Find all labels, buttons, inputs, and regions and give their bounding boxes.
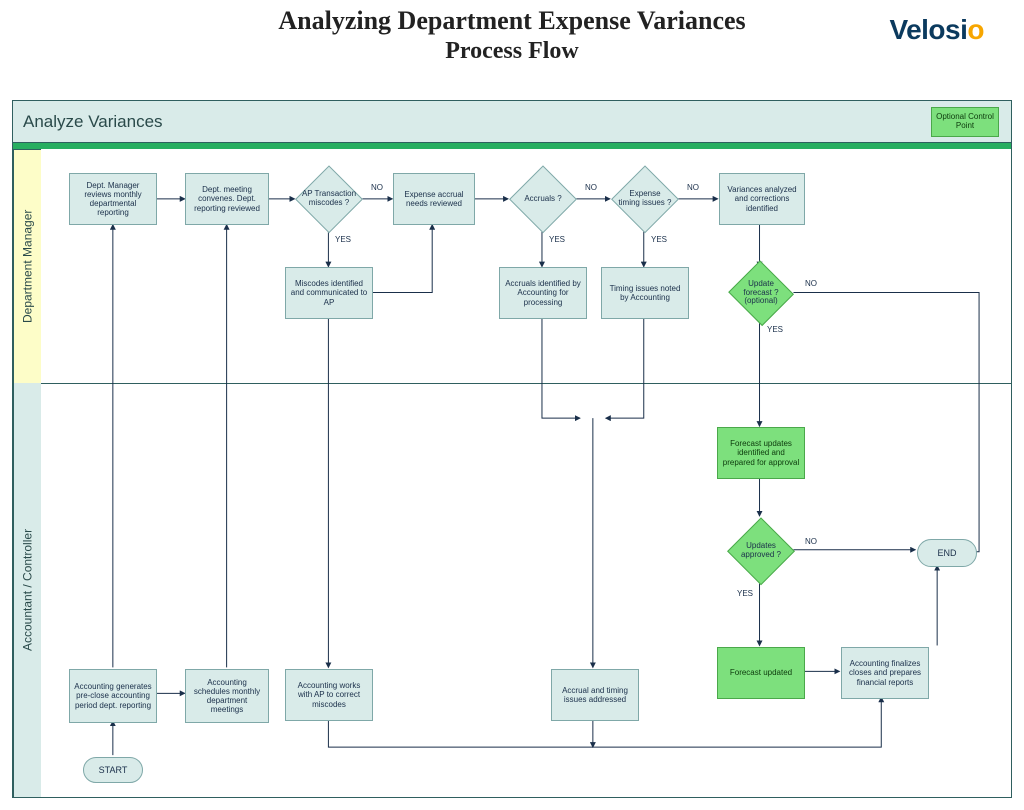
decision-ap-miscodes: AP Transaction miscodes ?: [295, 165, 363, 233]
logo-text-primary: Velosi: [889, 14, 967, 45]
box-miscodes-identified: Miscodes identified and communicated to …: [285, 267, 373, 319]
diagram-title-bar: Analyze Variances Optional Control Point: [13, 101, 1011, 143]
box-timing-noted: Timing issues noted by Accounting: [601, 267, 689, 319]
box-finalize-reports: Accounting finalizes closes and prepares…: [841, 647, 929, 699]
edge-label-no: NO: [371, 183, 383, 192]
box-dept-meeting: Dept. meeting convenes. Dept. reporting …: [185, 173, 269, 225]
decision-timing: Expense timing issues ?: [611, 165, 679, 233]
lanes: Department Manager Accountant / Controll…: [13, 149, 1011, 797]
optional-control-point-legend: Optional Control Point: [931, 107, 999, 137]
diagram-title: Analyze Variances: [23, 112, 163, 131]
terminator-end: END: [917, 539, 977, 567]
page-title: Analyzing Department Expense Variances P…: [0, 6, 1024, 65]
box-preclose-reporting: Accounting generates pre-close accountin…: [69, 669, 157, 723]
lane-canvas: Dept. Manager reviews monthly department…: [41, 149, 1011, 797]
page: Analyzing Department Expense Variances P…: [0, 0, 1024, 810]
swimlane-diagram: Analyze Variances Optional Control Point…: [12, 100, 1012, 798]
edge-label-no: NO: [805, 537, 817, 546]
decision-updates-approved: Updates approved ?: [727, 517, 795, 585]
edge-label-yes: YES: [549, 235, 565, 244]
box-schedule-meetings: Accounting schedules monthly department …: [185, 669, 269, 723]
box-forecast-prep: Forecast updates identified and prepared…: [717, 427, 805, 479]
velosio-logo: Velosio: [889, 14, 984, 46]
edge-label-yes: YES: [767, 325, 783, 334]
edge-label-no: NO: [805, 279, 817, 288]
box-forecast-updated: Forecast updated: [717, 647, 805, 699]
box-accrual-timing-addressed: Accrual and timing issues addressed: [551, 669, 639, 721]
title-line-1: Analyzing Department Expense Variances: [0, 6, 1024, 36]
decision-update-forecast: Update forecast ? (optional): [727, 261, 795, 325]
box-works-with-ap: Accounting works with AP to correct misc…: [285, 669, 373, 721]
box-accrual-needs: Expense accrual needs reviewed: [393, 173, 475, 225]
terminator-start: START: [83, 757, 143, 783]
edge-label-yes: YES: [651, 235, 667, 244]
edge-label-no: NO: [687, 183, 699, 192]
box-accruals-identified: Accruals identified by Accounting for pr…: [499, 267, 587, 319]
decision-accruals: Accruals ?: [509, 165, 577, 233]
edge-label-yes: YES: [737, 589, 753, 598]
box-review-monthly: Dept. Manager reviews monthly department…: [69, 173, 157, 225]
edge-label-no: NO: [585, 183, 597, 192]
logo-text-accent: o: [967, 14, 984, 45]
title-line-2: Process Flow: [0, 38, 1024, 65]
lane-label-accountant-controller: Accountant / Controller: [13, 383, 41, 797]
edge-label-yes: YES: [335, 235, 351, 244]
lane-label-department-manager: Department Manager: [13, 149, 41, 383]
box-variance-analyzed: Variances analyzed and corrections ident…: [719, 173, 805, 225]
